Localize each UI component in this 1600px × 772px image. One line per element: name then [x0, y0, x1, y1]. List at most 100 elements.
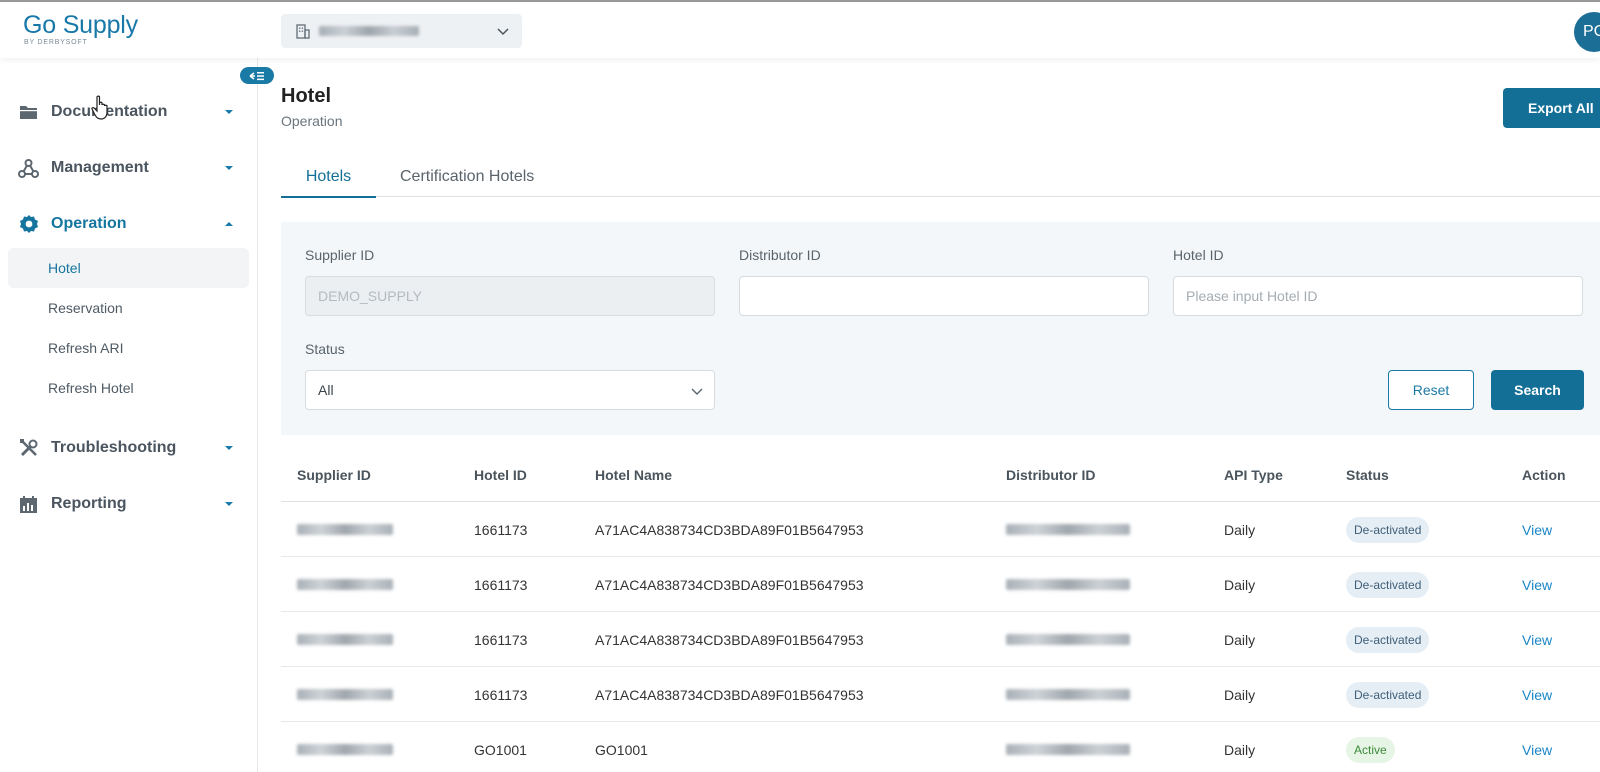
distributor-id-cell — [1006, 577, 1130, 593]
view-link[interactable]: View — [1522, 742, 1552, 758]
nav-operation[interactable]: Operation — [0, 204, 258, 244]
status-select-value: All — [318, 382, 334, 398]
hotel-id-cell: 1661173 — [474, 577, 528, 593]
building-icon — [296, 24, 310, 39]
status-badge: De-activated — [1346, 572, 1430, 598]
api-type-cell: Daily — [1224, 742, 1256, 758]
status-select[interactable]: All — [305, 370, 715, 410]
table-row: 1661173 A71AC4A838734CD3BDA89F01B5647953… — [281, 667, 1600, 722]
hotel-id-label: Hotel ID — [1173, 247, 1224, 263]
view-link[interactable]: View — [1522, 687, 1552, 703]
status-label: Status — [305, 341, 345, 357]
column-header: Hotel Name — [595, 467, 673, 483]
column-header: Status — [1346, 467, 1389, 483]
chevron-down-icon — [497, 28, 509, 36]
column-header: API Type — [1224, 467, 1283, 483]
hotel-id-cell: 1661173 — [474, 632, 528, 648]
hotel-name-cell: GO1001 — [595, 742, 648, 758]
hotel-name-cell: A71AC4A838734CD3BDA89F01B5647953 — [595, 687, 864, 703]
reset-button[interactable]: Reset — [1388, 370, 1474, 410]
table-row: 1661173 A71AC4A838734CD3BDA89F01B5647953… — [281, 502, 1600, 557]
top-header: Go Supply BY DERBYSOFT PC — [0, 2, 1600, 58]
table-row: GO1001 GO1001 Daily Active View — [281, 722, 1600, 772]
distributor-id-cell — [1006, 522, 1130, 538]
distributor-id-label: Distributor ID — [739, 247, 821, 263]
supplier-id-cell — [297, 742, 393, 758]
supplier-switcher[interactable] — [281, 14, 522, 48]
avatar[interactable]: PC — [1574, 12, 1600, 52]
hotel-id-field[interactable]: Please input Hotel ID — [1173, 276, 1583, 316]
nav-label: Operation — [51, 215, 127, 232]
hotel-id-cell: 1661173 — [474, 687, 528, 703]
table-row: 1661173 A71AC4A838734CD3BDA89F01B5647953… — [281, 612, 1600, 667]
nav-label: Management — [51, 159, 149, 176]
tab-hotels[interactable]: Hotels — [281, 157, 376, 198]
supplier-id-label: Supplier ID — [305, 247, 375, 263]
tab-bar: Hotels Certification Hotels — [281, 157, 1600, 198]
hotel-id-cell: 1661173 — [474, 522, 528, 538]
hotel-name-cell: A71AC4A838734CD3BDA89F01B5647953 — [595, 632, 864, 648]
nav-management[interactable]: Management — [0, 148, 258, 188]
nav-label: Troubleshooting — [51, 439, 177, 456]
caret-down-icon — [225, 502, 233, 506]
hand-pointer-icon — [91, 95, 108, 120]
nav-reporting[interactable]: Reporting — [0, 484, 258, 524]
logo-subtext: BY DERBYSOFT — [24, 39, 88, 46]
caret-down-icon — [225, 110, 233, 114]
supplier-id-cell — [297, 632, 393, 648]
table-row: 1661173 A71AC4A838734CD3BDA89F01B5647953… — [281, 557, 1600, 612]
status-badge: Active — [1346, 737, 1395, 763]
nav-label: Reporting — [51, 495, 127, 512]
supplier-id-cell — [297, 577, 393, 593]
filter-panel: Supplier ID DEMO_SUPPLY Distributor ID H… — [281, 222, 1600, 435]
logo[interactable]: Go Supply BY DERBYSOFT — [23, 12, 138, 48]
distributor-id-field[interactable] — [739, 276, 1149, 316]
column-header: Action — [1522, 467, 1566, 483]
column-header: Distributor ID — [1006, 467, 1096, 483]
hotel-name-cell: A71AC4A838734CD3BDA89F01B5647953 — [595, 522, 864, 538]
sidebar: Documentation Management Operation Hotel… — [0, 58, 274, 772]
sidebar-item-reservation[interactable]: Reservation — [8, 288, 249, 328]
search-button[interactable]: Search — [1491, 370, 1584, 410]
view-link[interactable]: View — [1522, 522, 1552, 538]
supplier-id-cell — [297, 522, 393, 538]
logo-text: Go Supply — [23, 11, 138, 39]
api-type-cell: Daily — [1224, 577, 1256, 593]
view-link[interactable]: View — [1522, 577, 1552, 593]
folder-icon — [18, 102, 39, 123]
chevron-down-icon — [691, 388, 703, 395]
column-header: Hotel ID — [474, 467, 527, 483]
nav-troubleshooting[interactable]: Troubleshooting — [0, 428, 258, 468]
page-title: Hotel — [281, 85, 331, 107]
supplier-id-field: DEMO_SUPPLY — [305, 276, 715, 316]
hotel-id-cell: GO1001 — [474, 742, 527, 758]
distributor-id-cell — [1006, 687, 1130, 703]
view-link[interactable]: View — [1522, 632, 1552, 648]
sidebar-item-refresh-ari[interactable]: Refresh ARI — [8, 328, 249, 368]
status-badge: De-activated — [1346, 517, 1430, 543]
tools-icon — [18, 438, 39, 459]
export-all-button[interactable]: Export All — [1503, 88, 1600, 128]
sidebar-item-refresh-hotel[interactable]: Refresh Hotel — [8, 368, 249, 408]
column-header: Supplier ID — [297, 467, 371, 483]
status-badge: De-activated — [1346, 682, 1430, 708]
collapse-sidebar-button[interactable] — [240, 67, 274, 84]
collapse-icon — [249, 71, 264, 80]
tab-certification-hotels[interactable]: Certification Hotels — [400, 157, 534, 197]
table-header: Supplier ID Hotel ID Hotel Name Distribu… — [281, 448, 1600, 502]
hotel-name-cell: A71AC4A838734CD3BDA89F01B5647953 — [595, 577, 864, 593]
gear-icon — [18, 214, 39, 235]
api-type-cell: Daily — [1224, 522, 1256, 538]
distributor-id-cell — [1006, 742, 1130, 758]
nav-documentation[interactable]: Documentation — [0, 92, 258, 132]
api-type-cell: Daily — [1224, 632, 1256, 648]
sidebar-item-hotel[interactable]: Hotel — [8, 248, 249, 288]
page-subtitle: Operation — [281, 113, 343, 129]
status-badge: De-activated — [1346, 627, 1430, 653]
distributor-id-cell — [1006, 632, 1130, 648]
hotels-table: Supplier ID Hotel ID Hotel Name Distribu… — [281, 448, 1600, 772]
network-icon — [18, 158, 39, 179]
supplier-id-cell — [297, 687, 393, 703]
report-icon — [18, 494, 39, 515]
supplier-name-redacted — [319, 26, 419, 36]
